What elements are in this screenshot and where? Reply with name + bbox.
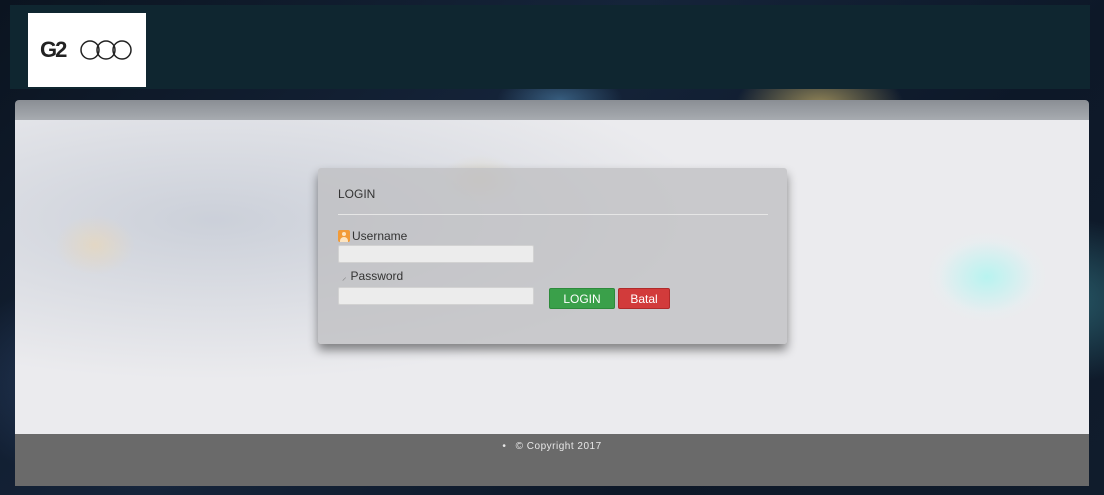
login-panel-title: LOGIN [338, 187, 376, 201]
username-input[interactable] [338, 245, 534, 263]
password-input[interactable] [338, 287, 534, 305]
password-label-text: Password [350, 269, 404, 283]
svg-text:G2: G2 [40, 37, 67, 62]
user-icon [338, 230, 350, 242]
key-icon: ⸝ [342, 271, 347, 282]
login-panel-divider [338, 214, 768, 215]
username-label: Username [338, 229, 407, 243]
header-bar: G2 [10, 5, 1090, 89]
copyright-text: © Copyright 2017 [515, 441, 602, 452]
username-label-text: Username [352, 229, 408, 243]
logo[interactable]: G2 [28, 13, 146, 87]
cancel-button[interactable]: Batal [618, 288, 670, 309]
password-label: ⸝ Password [338, 269, 403, 283]
footer: • © Copyright 2017 [15, 434, 1089, 486]
g2000-logo-mark: G2 [40, 37, 132, 62]
login-panel: LOGIN Username ⸝ Password LOGIN Batal [318, 168, 787, 344]
footer-copyright: • © Copyright 2017 [15, 441, 1089, 452]
login-button[interactable]: LOGIN [549, 288, 615, 309]
content-header-strip [15, 100, 1089, 120]
footer-bullet: • [502, 441, 507, 452]
